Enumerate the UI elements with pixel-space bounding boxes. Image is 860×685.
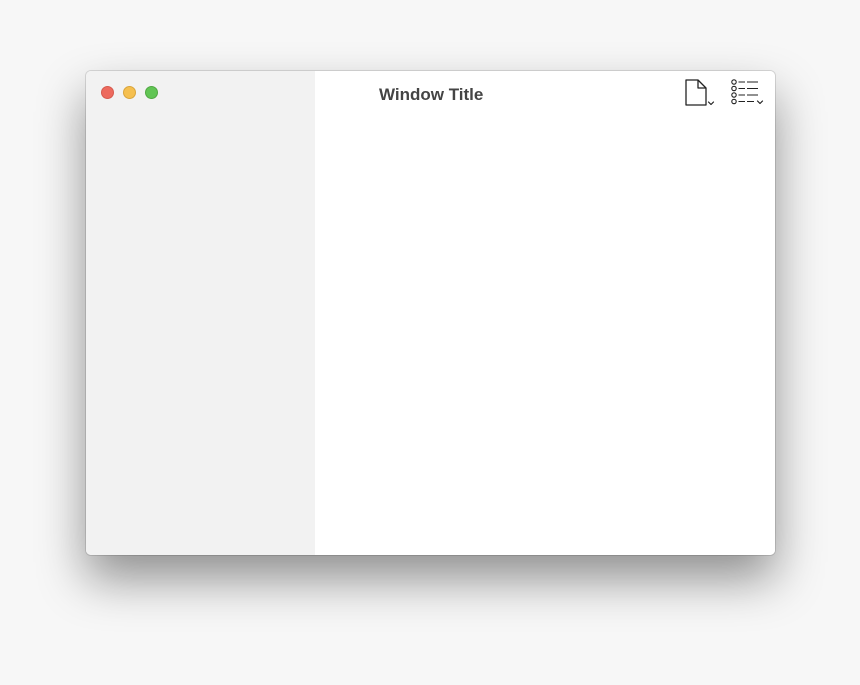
checklist-icon (731, 79, 764, 105)
toolbar (684, 79, 766, 109)
new-document-icon (685, 79, 715, 106)
new-document-menu-button[interactable] (684, 79, 716, 109)
chevron-down-icon (707, 101, 715, 106)
window-title: Window Title (379, 85, 484, 104)
checklist-menu-button[interactable] (730, 79, 766, 109)
app-window: Window Title (86, 71, 775, 555)
traffic-lights (101, 86, 158, 99)
chevron-down-icon (756, 100, 764, 105)
close-button[interactable] (101, 86, 114, 99)
sidebar (86, 71, 315, 555)
minimize-button[interactable] (123, 86, 136, 99)
zoom-button[interactable] (145, 86, 158, 99)
main-content (315, 71, 775, 555)
